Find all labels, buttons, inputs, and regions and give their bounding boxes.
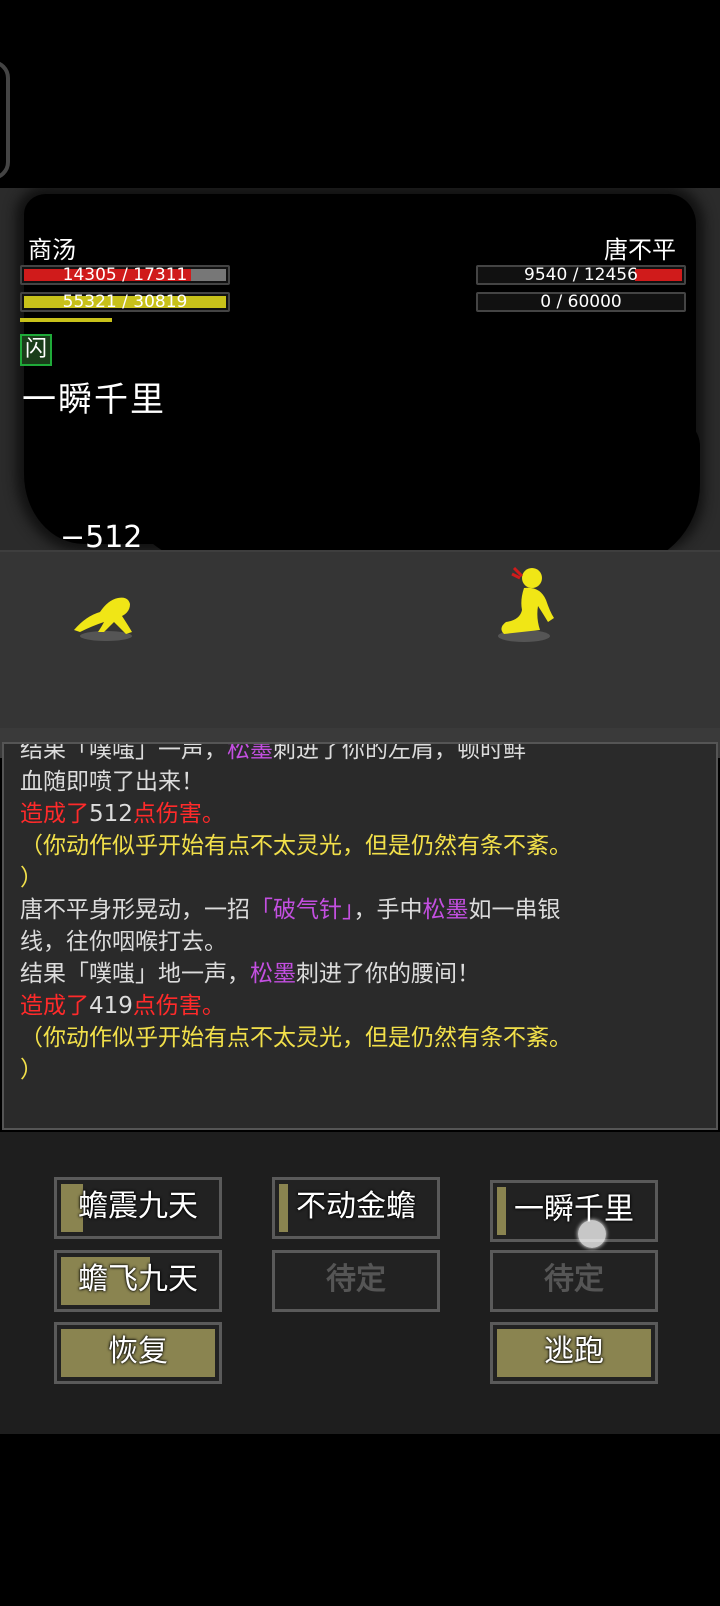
- log-line: 血随即喷了出来！: [20, 766, 700, 798]
- status-badge: 闪: [20, 334, 52, 366]
- button-label: 一瞬千里: [514, 1192, 634, 1227]
- arena-background-shadow: [110, 418, 700, 568]
- escape-button[interactable]: 逃跑: [490, 1322, 658, 1384]
- log-segment: ，手中: [353, 897, 423, 923]
- log-line: （你动作似乎开始有点不太灵光，但是仍然有条不紊。: [20, 1022, 700, 1054]
- log-segment: 松墨: [227, 742, 273, 763]
- player-hp-bar: 14305 / 17311: [20, 265, 230, 285]
- button-label: 不动金蟾: [296, 1189, 416, 1224]
- player-hp-text: 14305 / 17311: [62, 265, 188, 285]
- log-line: 结果「噗嗤」一声，松墨刺进了你的左肩，顿时鲜: [20, 742, 700, 766]
- log-line: 结果「噗嗤」地一声，松墨刺进了你的腰间！: [20, 958, 700, 990]
- log-segment: 刺进了你的腰间！: [296, 961, 480, 987]
- player-hp-empty: [191, 269, 226, 281]
- log-segment: （你动作似乎开始有点不太灵光，但是仍然有条不紊。: [20, 833, 572, 859]
- enemy-hp-text: 9540 / 12456: [524, 265, 638, 285]
- skill-button-2[interactable]: 不动金蟾: [272, 1177, 440, 1239]
- button-label: 待定: [544, 1262, 604, 1297]
- top-left-frame-edge: [0, 60, 10, 180]
- log-line: 造成了512点伤害。: [20, 798, 700, 830]
- log-segment: ）: [20, 1057, 43, 1083]
- log-segment: 刺进了你的左肩，顿时鲜: [273, 742, 526, 763]
- log-line: 造成了419点伤害。: [20, 990, 700, 1022]
- recover-button[interactable]: 恢复: [54, 1322, 222, 1384]
- enemy-name: 唐不平: [604, 236, 676, 264]
- button-fill: [497, 1187, 506, 1235]
- battle-log[interactable]: 结果「噗嗤」一声，松墨刺进了你的左肩，顿时鲜 血随即喷了出来！ 造成了512点伤害。…: [2, 742, 718, 1130]
- log-segment: 松墨: [422, 897, 469, 923]
- log-segment: 512: [89, 801, 133, 827]
- enemy-hp-bar: 9540 / 12456: [476, 265, 686, 285]
- button-label: 恢复: [108, 1334, 168, 1369]
- bottom-letterbox: [0, 1434, 720, 1606]
- touch-indicator: [578, 1220, 606, 1248]
- log-segment: 419: [89, 993, 133, 1019]
- log-segment: 唐不平身形晃动，一招: [20, 897, 250, 923]
- log-segment: 松墨: [250, 961, 296, 987]
- player-name: 商汤: [28, 236, 76, 264]
- skill-button-3[interactable]: 一瞬千里: [490, 1180, 658, 1242]
- log-segment: 结果「噗嗤」地一声，: [20, 961, 250, 987]
- enemy-mp-text: 0 / 60000: [540, 292, 622, 312]
- log-segment: （你动作似乎开始有点不太灵光，但是仍然有条不紊。: [20, 1025, 572, 1051]
- skill-button-5: 待定: [272, 1250, 440, 1312]
- log-segment: 造成了: [20, 993, 89, 1019]
- log-segment: 线，往你咽喉打去。: [20, 929, 227, 955]
- player-figure-icon: [74, 597, 132, 641]
- log-segment: 点伤害。: [132, 993, 225, 1019]
- log-line: （你动作似乎开始有点不太灵光，但是仍然有条不紊。: [20, 830, 700, 862]
- button-label: 蟾震九天: [78, 1189, 198, 1224]
- log-segment: 「破气针」: [250, 897, 354, 923]
- skill-button-1[interactable]: 蟾震九天: [54, 1177, 222, 1239]
- log-line: 唐不平身形晃动，一招「破气针」，手中松墨如一串银: [20, 894, 700, 926]
- log-segment: ）: [20, 865, 43, 891]
- button-label: 待定: [326, 1262, 386, 1297]
- button-fill: [279, 1184, 288, 1232]
- arena-ground: [0, 550, 720, 752]
- player-charge-bar: [20, 318, 112, 322]
- log-line: ）: [20, 1054, 700, 1086]
- enemy-figure-icon: [498, 566, 554, 642]
- log-segment: 血随即喷了出来！: [20, 769, 204, 795]
- enemy-hp-fill: [635, 269, 682, 281]
- skill-button-6: 待定: [490, 1250, 658, 1312]
- enemy-mp-bar: 0 / 60000: [476, 292, 686, 312]
- player-mp-bar: 55321 / 30819: [20, 292, 230, 312]
- log-segment: 造成了: [20, 801, 89, 827]
- skill-panel: 蟾震九天 不动金蟾 一瞬千里 蟾飞九天 待定 待定 恢复 逃跑: [0, 1132, 720, 1434]
- skill-button-4[interactable]: 蟾飞九天: [54, 1250, 222, 1312]
- current-skill-name: 一瞬千里: [22, 380, 166, 420]
- button-label: 蟾飞九天: [78, 1262, 198, 1297]
- button-label: 逃跑: [544, 1334, 604, 1369]
- damage-popup: −512: [60, 520, 143, 555]
- log-line: 线，往你咽喉打去。: [20, 926, 700, 958]
- battle-log-lines: 结果「噗嗤」一声，松墨刺进了你的左肩，顿时鲜 血随即喷了出来！ 造成了512点伤害。…: [20, 742, 700, 1086]
- log-line: ）: [20, 862, 700, 894]
- log-segment: 点伤害。: [132, 801, 225, 827]
- log-segment: 结果「噗嗤」一声，: [20, 742, 227, 763]
- log-segment: 如一串银: [468, 897, 561, 923]
- player-mp-text: 55321 / 30819: [62, 292, 188, 312]
